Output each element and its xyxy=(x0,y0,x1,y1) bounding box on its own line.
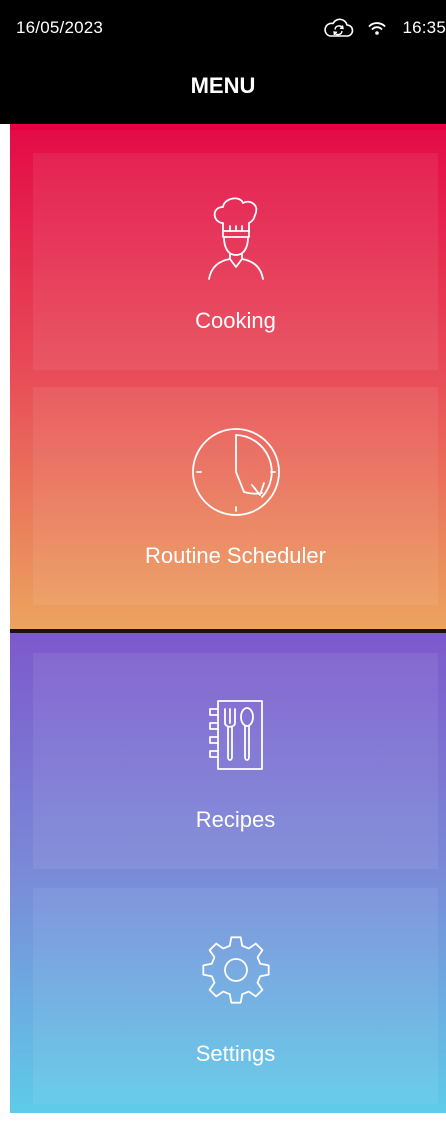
gear-icon xyxy=(33,933,438,1007)
routine-scheduler-tile[interactable]: Routine Scheduler xyxy=(33,387,438,605)
clock-icon xyxy=(33,427,438,517)
page-title: MENU xyxy=(190,73,256,98)
settings-label: Settings xyxy=(195,1041,276,1066)
cooking-label: Cooking xyxy=(195,308,276,333)
recipes-label: Recipes xyxy=(195,807,276,832)
cloud-sync-icon xyxy=(322,17,354,39)
warm-section: Cooking Routine Scheduler xyxy=(10,124,446,629)
routine-scheduler-label: Routine Scheduler xyxy=(144,543,326,568)
status-time: 16:35 xyxy=(402,18,446,37)
top-bar: 16/05/2023 16:35 MENU xyxy=(0,0,446,124)
cooking-tile[interactable]: Cooking xyxy=(33,153,438,370)
status-date: 16/05/2023 xyxy=(16,18,104,37)
status-right: 16:35 xyxy=(322,14,446,42)
settings-tile[interactable]: Settings xyxy=(33,888,438,1104)
chef-icon xyxy=(33,193,438,283)
cool-section: Recipes Settings xyxy=(10,629,446,1113)
wifi-icon xyxy=(368,20,386,36)
recipes-tile[interactable]: Recipes xyxy=(33,653,438,869)
menu-screen: 16/05/2023 16:35 MENU Cooking Routine Sc… xyxy=(0,0,446,1122)
recipe-book-icon xyxy=(33,695,438,775)
